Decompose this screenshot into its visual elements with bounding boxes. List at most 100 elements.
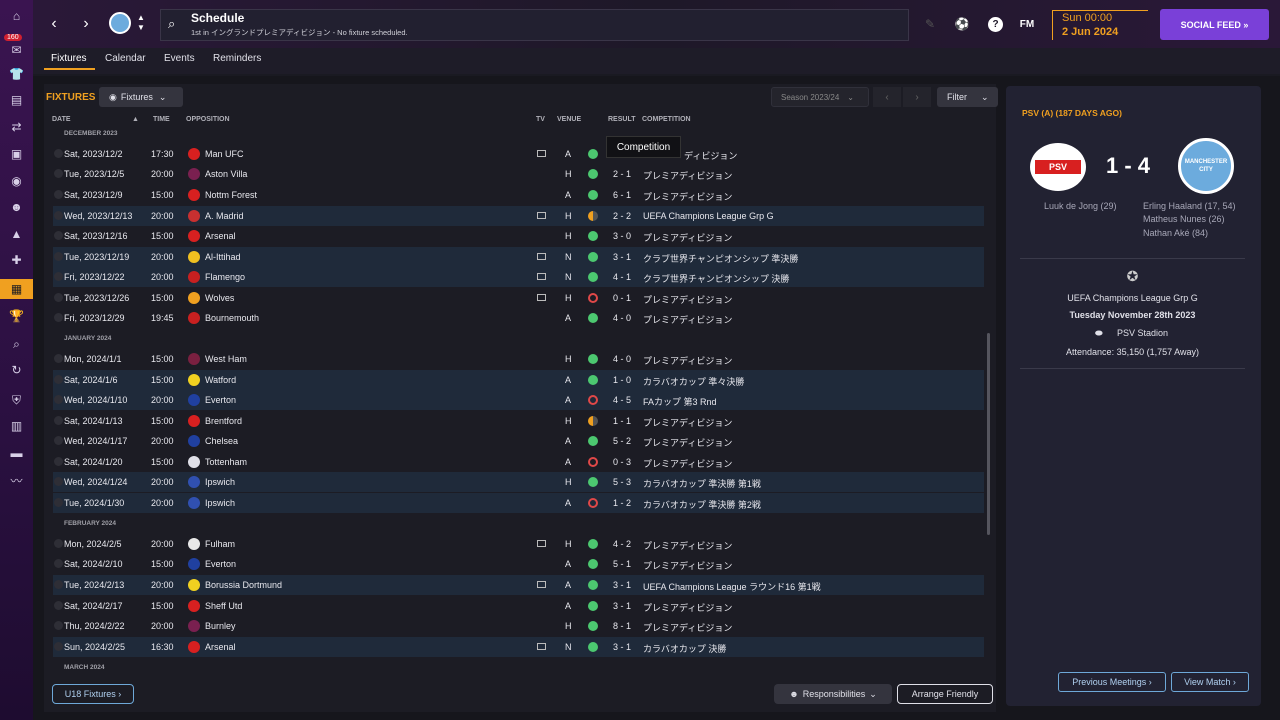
match-stadium[interactable]: PSV Stadion bbox=[1020, 328, 1245, 338]
table-row[interactable]: Sun, 2024/2/25 16:30 Arsenal N 3 - 1 カラバオカップ … bbox=[53, 637, 984, 657]
fixture-competition[interactable]: FAカップ 第3 Rnd bbox=[643, 395, 717, 408]
staff-icon[interactable]: ☻ bbox=[0, 197, 33, 217]
scouting-icon[interactable]: ◉ bbox=[0, 171, 33, 191]
next-page-icon[interactable]: › bbox=[903, 87, 931, 107]
table-row[interactable]: Wed, 2024/1/24 20:00 Ipswich H 5 - 3 カラバオカップ … bbox=[53, 472, 984, 492]
col-competition[interactable]: COMPETITION bbox=[642, 116, 691, 123]
select-circle-icon[interactable] bbox=[54, 498, 63, 507]
previous-meetings-button[interactable]: Previous Meetings › bbox=[1058, 672, 1166, 692]
club-switch-icon[interactable]: ▲ ▼ bbox=[137, 13, 145, 33]
inbox-icon[interactable]: ✉ bbox=[0, 40, 33, 60]
tab-reminders[interactable]: Reminders bbox=[213, 53, 261, 64]
fixture-opposition[interactable]: Chelsea bbox=[205, 436, 238, 446]
fixture-competition[interactable]: カラバオカップ 決勝 bbox=[643, 642, 726, 655]
tactics-icon[interactable]: ▤ bbox=[0, 90, 33, 110]
fixture-competition[interactable]: カラバオカップ 準決勝 第2戦 bbox=[643, 498, 761, 511]
trophy-icon[interactable]: 🏆 bbox=[0, 306, 33, 326]
select-circle-icon[interactable] bbox=[54, 252, 63, 261]
fixture-competition[interactable]: プレミアディビジョン bbox=[643, 539, 732, 552]
squad-icon[interactable]: 👕 bbox=[0, 64, 33, 84]
schedule-icon[interactable]: ▦ bbox=[0, 279, 33, 299]
fixture-competition[interactable]: プレミアディビジョン bbox=[643, 190, 732, 203]
table-row[interactable]: Wed, 2024/1/10 20:00 Everton A 4 - 5 FAカップ 第3… bbox=[53, 390, 984, 410]
fixture-opposition[interactable]: Sheff Utd bbox=[205, 601, 242, 611]
col-result[interactable]: RESULT bbox=[608, 116, 635, 123]
club-badge-icon[interactable] bbox=[109, 12, 131, 34]
select-circle-icon[interactable] bbox=[54, 395, 63, 404]
fixture-score[interactable]: 4 - 0 bbox=[613, 313, 631, 323]
finance-icon[interactable]: ▥ bbox=[0, 416, 33, 436]
table-row[interactable]: Sat, 2024/1/13 15:00 Brentford H 1 - 1 プレミアディ… bbox=[53, 411, 984, 431]
fixture-score[interactable]: 2 - 2 bbox=[613, 211, 631, 221]
fixture-opposition[interactable]: Brentford bbox=[205, 416, 242, 426]
fixture-opposition[interactable]: Flamengo bbox=[205, 272, 245, 282]
select-circle-icon[interactable] bbox=[54, 231, 63, 240]
fm-menu[interactable]: FM bbox=[1017, 14, 1037, 34]
fixture-score[interactable]: 1 - 0 bbox=[613, 375, 631, 385]
fixture-opposition[interactable]: Borussia Dortmund bbox=[205, 580, 282, 590]
fixture-opposition[interactable]: A. Madrid bbox=[205, 211, 244, 221]
fixture-score[interactable]: 3 - 0 bbox=[613, 231, 631, 241]
select-circle-icon[interactable] bbox=[54, 149, 63, 158]
fixture-competition[interactable]: UEFA Champions League ラウンド16 第1戦 bbox=[643, 580, 821, 593]
tab-calendar[interactable]: Calendar bbox=[105, 53, 146, 64]
select-circle-icon[interactable] bbox=[54, 416, 63, 425]
select-circle-icon[interactable] bbox=[54, 580, 63, 589]
fixture-opposition[interactable]: Ipswich bbox=[205, 477, 235, 487]
fixture-score[interactable]: 4 - 0 bbox=[613, 354, 631, 364]
fixture-opposition[interactable]: Arsenal bbox=[205, 642, 236, 652]
table-row[interactable]: Sat, 2023/12/2 17:30 Man UFC A ディビジョン bbox=[53, 144, 984, 164]
fixture-competition[interactable]: プレミアディビジョン bbox=[643, 621, 732, 634]
fixture-score[interactable]: 8 - 1 bbox=[613, 621, 631, 631]
select-circle-icon[interactable] bbox=[54, 601, 63, 610]
fixture-competition[interactable]: プレミアディビジョン bbox=[643, 231, 732, 244]
fixture-score[interactable]: 3 - 1 bbox=[613, 580, 631, 590]
fixture-score[interactable]: 4 - 5 bbox=[613, 395, 631, 405]
transfers-icon[interactable]: ⇄ bbox=[0, 117, 33, 137]
fixture-competition[interactable]: クラブ世界チャンピオンシップ 準決勝 bbox=[643, 252, 798, 265]
fixture-opposition[interactable]: Man UFC bbox=[205, 149, 244, 159]
scrollbar[interactable] bbox=[987, 333, 990, 535]
fixture-opposition[interactable]: Watford bbox=[205, 375, 236, 385]
fixture-competition[interactable]: クラブ世界チャンピオンシップ 決勝 bbox=[643, 272, 789, 285]
select-circle-icon[interactable] bbox=[54, 293, 63, 302]
fixtures-dropdown[interactable]: ◉ Fixtures ⌄ bbox=[99, 87, 183, 107]
trend-icon[interactable]: 〰 bbox=[0, 470, 33, 490]
current-date[interactable]: 2 Jun 2024 bbox=[1062, 26, 1118, 38]
col-opposition[interactable]: OPPOSITION bbox=[186, 116, 230, 123]
club-icon[interactable]: ⛨ bbox=[0, 390, 33, 410]
arrange-friendly-button[interactable]: Arrange Friendly bbox=[897, 684, 993, 704]
responsibilities-button[interactable]: ☻ Responsibilities ⌄ bbox=[774, 684, 892, 704]
fixture-score[interactable]: 0 - 1 bbox=[613, 293, 631, 303]
select-circle-icon[interactable] bbox=[54, 559, 63, 568]
fixture-opposition[interactable]: Al-Ittihad bbox=[205, 252, 241, 262]
table-row[interactable]: Mon, 2024/1/1 15:00 West Ham H 4 - 0 プレミアディビジ… bbox=[53, 349, 984, 369]
fixture-competition[interactable]: プレミアディビジョン bbox=[643, 293, 732, 306]
ball-icon[interactable]: ⚽ bbox=[952, 14, 972, 34]
table-row[interactable]: Fri, 2023/12/22 20:00 Flamengo N 4 - 1 クラブ世界チ… bbox=[53, 267, 984, 287]
fixture-competition[interactable]: UEFA Champions League Grp G bbox=[643, 211, 774, 221]
fixture-score[interactable]: 1 - 1 bbox=[613, 416, 631, 426]
select-circle-icon[interactable] bbox=[54, 539, 63, 548]
fixture-competition[interactable]: ディビジョン bbox=[684, 149, 737, 162]
forward-arrow-icon[interactable]: › bbox=[76, 14, 96, 34]
fixture-score[interactable]: 4 - 1 bbox=[613, 272, 631, 282]
table-row[interactable]: Tue, 2024/1/30 20:00 Ipswich A 1 - 2 カラバオカップ … bbox=[53, 493, 984, 513]
select-circle-icon[interactable] bbox=[54, 354, 63, 363]
ticket-icon[interactable]: ▬ bbox=[0, 443, 33, 463]
fixture-score[interactable]: 1 - 2 bbox=[613, 498, 631, 508]
view-match-button[interactable]: View Match › bbox=[1171, 672, 1249, 692]
col-time[interactable]: TIME bbox=[153, 116, 170, 123]
fixture-score[interactable]: 5 - 1 bbox=[613, 559, 631, 569]
col-tv[interactable]: TV bbox=[536, 116, 545, 123]
fixture-opposition[interactable]: Ipswich bbox=[205, 498, 235, 508]
fixture-opposition[interactable]: Arsenal bbox=[205, 231, 236, 241]
fixture-score[interactable]: 0 - 3 bbox=[613, 457, 631, 467]
filter-button[interactable]: Filter ⌄ bbox=[937, 87, 998, 107]
fixture-competition[interactable]: プレミアディビジョン bbox=[643, 457, 732, 470]
fixture-competition[interactable]: プレミアディビジョン bbox=[643, 559, 732, 572]
fixture-score[interactable]: 6 - 1 bbox=[613, 190, 631, 200]
fixture-opposition[interactable]: Bournemouth bbox=[205, 313, 259, 323]
table-row[interactable]: Sat, 2024/2/17 15:00 Sheff Utd A 3 - 1 プレミアディ… bbox=[53, 596, 984, 616]
fixture-opposition[interactable]: West Ham bbox=[205, 354, 247, 364]
